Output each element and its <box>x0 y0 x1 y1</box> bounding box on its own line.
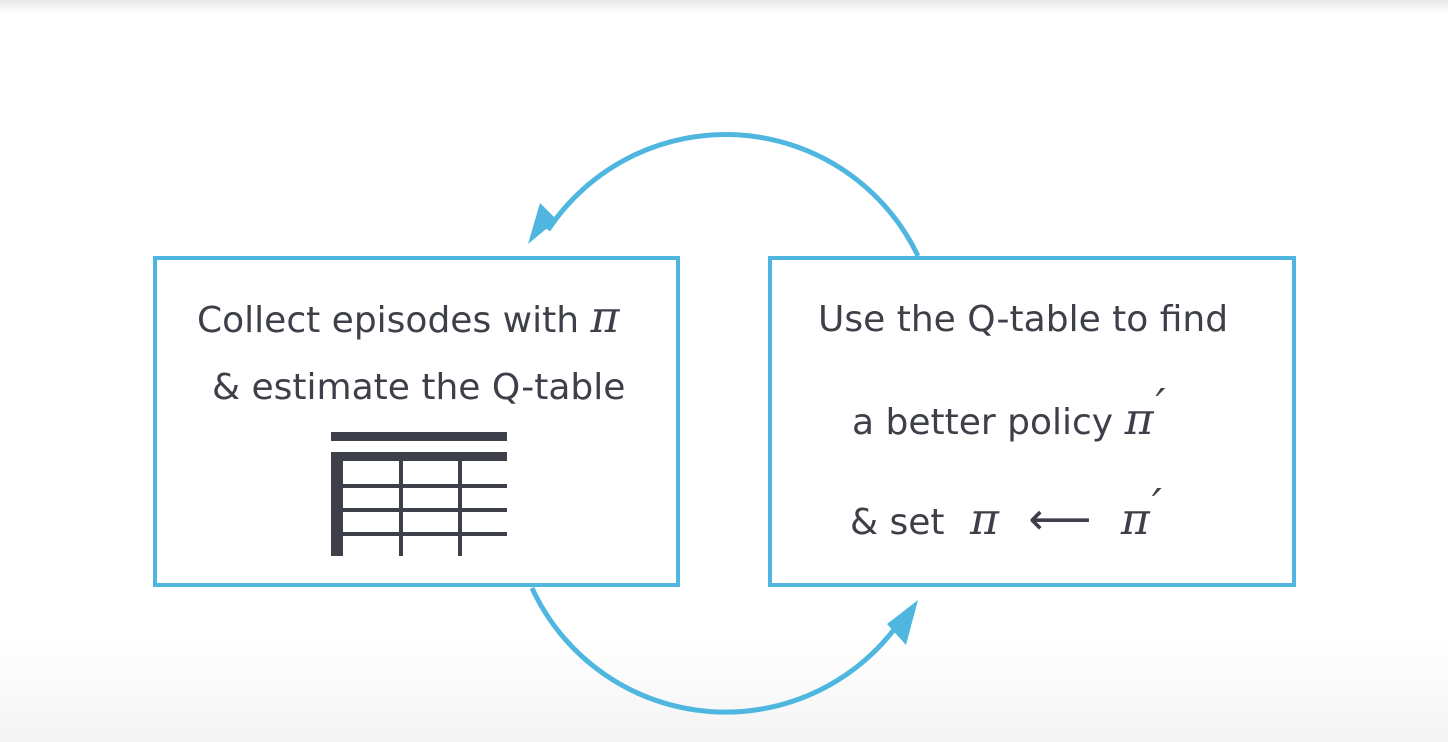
table-icon <box>331 432 507 556</box>
set-text: & set <box>850 502 945 543</box>
top-curved-arrow <box>545 132 921 258</box>
prime-mark: ′ <box>1151 480 1162 531</box>
estimate-q-table-text: & estimate the Q-table <box>212 367 626 408</box>
pi-symbol: π <box>1124 394 1154 445</box>
collect-episodes-line: Collect episodes with π <box>197 296 619 343</box>
top-arrowhead-icon <box>528 203 557 244</box>
improve-policy-box: Use the Q-table to find a better policy … <box>768 256 1296 587</box>
bottom-arrowhead-icon <box>887 600 918 645</box>
use-q-table-text: Use the Q-table to find <box>818 299 1229 340</box>
better-policy-line: a better policy π′ <box>852 384 1165 445</box>
policy-iteration-diagram: Collect episodes with π & estimate the Q… <box>0 0 1448 742</box>
left-arrow-icon: ⟵ <box>1028 494 1092 545</box>
pi-symbol: π <box>970 494 999 545</box>
collect-episodes-box: Collect episodes with π & estimate the Q… <box>153 256 680 587</box>
collect-episodes-text: Collect episodes with <box>197 300 580 341</box>
pi-symbol: π <box>1120 494 1150 545</box>
bottom-curved-arrow <box>529 586 906 715</box>
prime-mark: ′ <box>1155 380 1166 431</box>
estimate-q-table-line: & estimate the Q-table <box>212 366 625 410</box>
better-policy-text: a better policy <box>852 402 1114 443</box>
pi-symbol: π <box>590 292 620 343</box>
use-q-table-line: Use the Q-table to find <box>818 298 1228 342</box>
set-policy-line: & set π ⟵ π′ <box>850 484 1162 545</box>
